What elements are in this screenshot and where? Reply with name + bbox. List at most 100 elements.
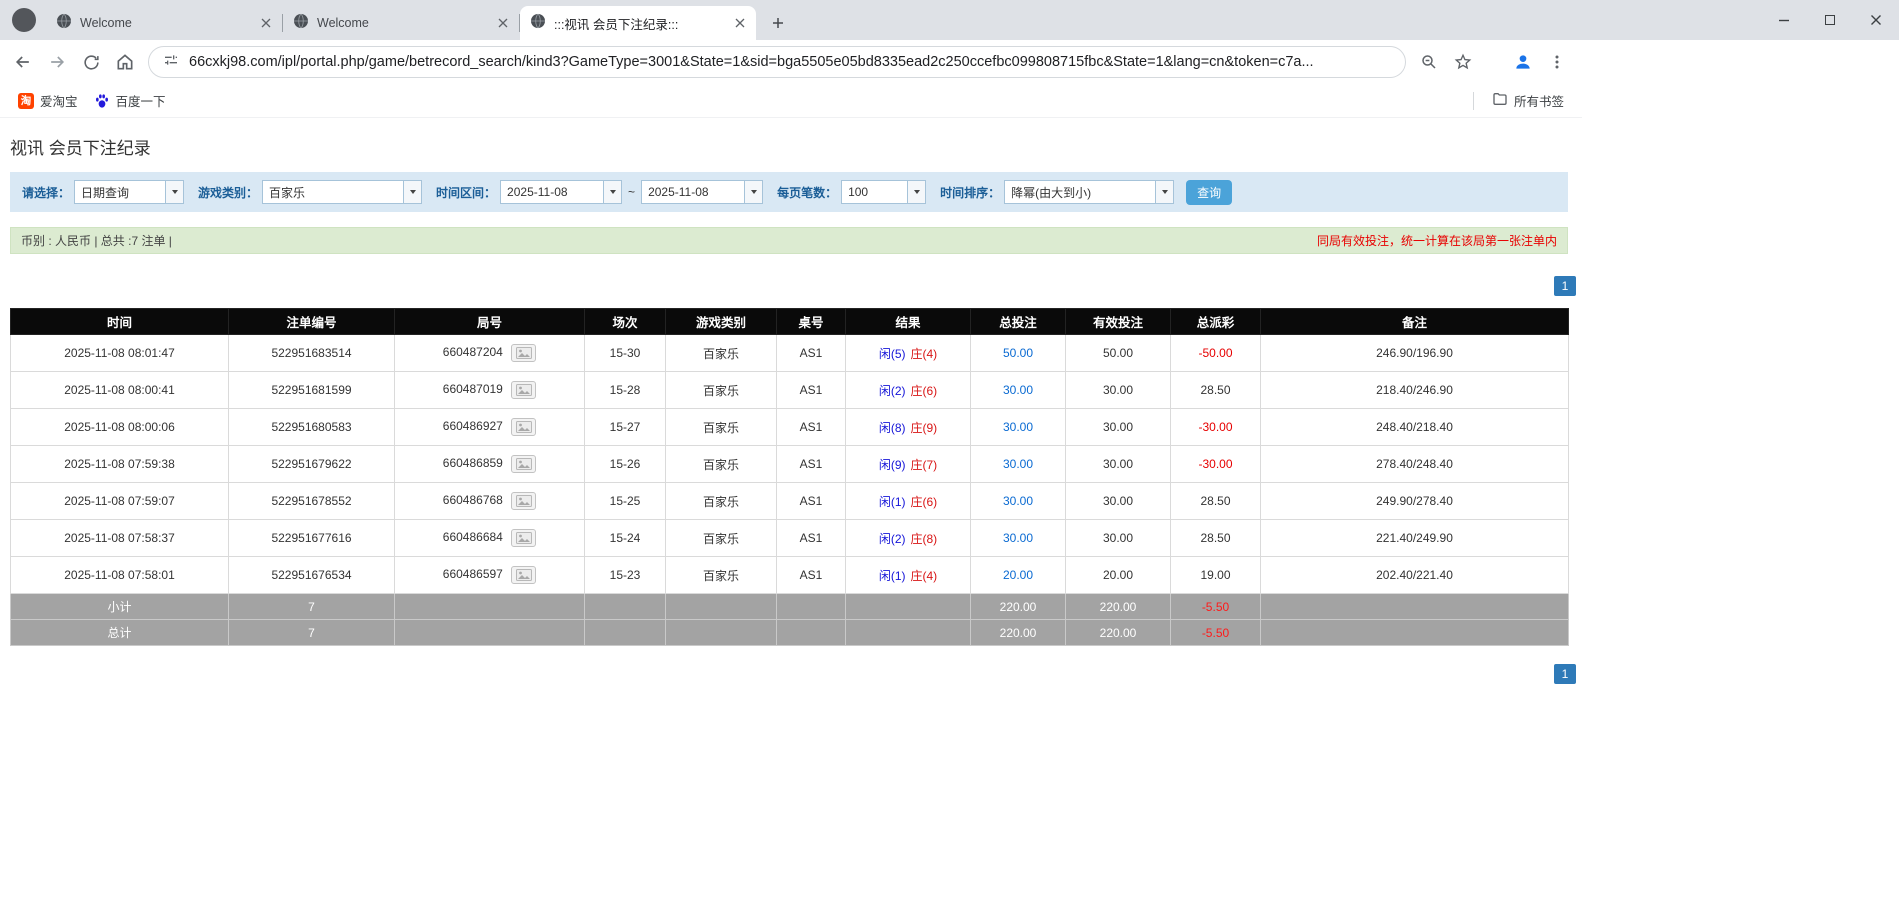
close-button[interactable] [1853,0,1899,40]
window-controls [1761,0,1899,40]
cell-round: 660486684 [395,520,585,557]
all-bookmarks-button[interactable]: 所有书签 [1484,88,1572,113]
pagination-top: 1 [10,276,1576,296]
query-type-label: 请选择： [22,184,70,201]
table-header-row: 时间注单编号局号场次游戏类别桌号结果总投注有效投注总派彩备注 [11,309,1569,335]
cell-valid-bet: 20.00 [1066,557,1171,594]
page-size-value: 100 [842,185,907,199]
tab-title: Welcome [80,16,250,30]
profile-avatar-icon[interactable] [12,8,36,32]
cell-table-no: AS1 [777,446,846,483]
tab-close-button[interactable] [732,15,748,31]
round-snapshot-button[interactable] [511,529,536,547]
column-header: 有效投注 [1066,309,1171,335]
cell-note: 218.40/246.90 [1261,372,1569,409]
total-bet-link[interactable]: 20.00 [1003,568,1033,582]
cell-round: 660487204 [395,335,585,372]
back-button[interactable] [6,45,40,79]
chevron-down-icon[interactable] [603,181,621,203]
tab-close-button[interactable] [495,15,511,31]
empty-cell [585,594,666,620]
currency-summary-text: 币别 : 人民币 | 总共 :7 注单 | [21,232,172,249]
tab-betrecord[interactable]: :::视讯 会员下注纪录::: [520,6,756,40]
tab-welcome-2[interactable]: Welcome [283,6,519,40]
cell-bet-id: 522951676534 [229,557,395,594]
bookmark-star-icon[interactable] [1446,45,1480,79]
range-separator: ~ [628,185,635,199]
cell-payout: 19.00 [1171,557,1261,594]
column-header: 总派彩 [1171,309,1261,335]
tab-strip: Welcome Welcome :::视讯 会员下注纪录::: [0,0,1899,40]
sort-select[interactable]: 降幂(由大到小) [1004,180,1174,204]
cell-bet-id: 522951679622 [229,446,395,483]
result-banker: 庄(6) [911,384,938,398]
chevron-down-icon[interactable] [744,181,762,203]
sort-value: 降幂(由大到小) [1005,184,1155,201]
result-player: 闲(5) [879,347,906,361]
chevron-down-icon[interactable] [1155,181,1173,203]
search-button[interactable]: 查询 [1186,180,1232,205]
cell-total-bet: 30.00 [971,520,1066,557]
url-bar[interactable]: 66cxkj98.com/ipl/portal.php/game/betreco… [148,46,1406,78]
result-player: 闲(8) [879,421,906,435]
chevron-down-icon[interactable] [403,181,421,203]
cell-bet-id: 522951683514 [229,335,395,372]
cell-time: 2025-11-08 07:58:37 [11,520,229,557]
maximize-button[interactable] [1807,0,1853,40]
game-type-select[interactable]: 百家乐 [262,180,422,204]
table-body: 2025-11-08 08:01:47 522951683514 6604872… [11,335,1569,594]
cell-session: 15-27 [585,409,666,446]
round-snapshot-button[interactable] [511,344,536,362]
round-snapshot-button[interactable] [511,418,536,436]
total-bet-link[interactable]: 30.00 [1003,494,1033,508]
cell-total-bet: 50.00 [971,335,1066,372]
site-settings-icon[interactable] [163,52,179,73]
total-bet-link[interactable]: 30.00 [1003,531,1033,545]
tab-close-button[interactable] [258,15,274,31]
refresh-button[interactable] [74,45,108,79]
minimize-button[interactable] [1761,0,1807,40]
zoom-indicator-icon[interactable] [1412,45,1446,79]
total-bet-link[interactable]: 50.00 [1003,346,1033,360]
cell-game-type: 百家乐 [666,557,777,594]
new-tab-button[interactable] [764,9,792,37]
empty-cell [666,594,777,620]
page-size-select[interactable]: 100 [841,180,926,204]
cell-result: 闲(2)庄(6) [846,372,971,409]
result-banker: 庄(9) [911,421,938,435]
profile-button[interactable] [1506,45,1540,79]
column-header: 时间 [11,309,229,335]
round-snapshot-button[interactable] [511,381,536,399]
round-snapshot-button[interactable] [511,492,536,510]
forward-button[interactable] [40,45,74,79]
home-button[interactable] [108,45,142,79]
chevron-down-icon[interactable] [907,181,925,203]
date-from-select[interactable]: 2025-11-08 [500,180,622,204]
date-to-select[interactable]: 2025-11-08 [641,180,763,204]
cell-bet-id: 522951678552 [229,483,395,520]
bookmark-item-baidu[interactable]: 百度一下 [86,88,174,113]
page-button-1[interactable]: 1 [1554,664,1576,684]
browser-menu-icon[interactable] [1540,45,1574,79]
empty-cell [585,620,666,646]
summary-info-bar: 币别 : 人民币 | 总共 :7 注单 | 同局有效投注，统一计算在该局第一张注… [10,227,1568,254]
bookmark-item-aitaobao[interactable]: 淘 爱淘宝 [10,88,86,113]
empty-cell [846,620,971,646]
column-header: 场次 [585,309,666,335]
cell-total-bet: 30.00 [971,372,1066,409]
cell-valid-bet: 30.00 [1066,520,1171,557]
chevron-down-icon[interactable] [165,181,183,203]
empty-cell [1261,620,1569,646]
tab-welcome-1[interactable]: Welcome [46,6,282,40]
total-bet-link[interactable]: 30.00 [1003,383,1033,397]
total-bet-link[interactable]: 30.00 [1003,457,1033,471]
cell-note: 246.90/196.90 [1261,335,1569,372]
grand-total-row: 总计 7 220.00 220.00 -5.50 [11,620,1569,646]
round-id: 660486927 [443,419,503,433]
round-snapshot-button[interactable] [511,455,536,473]
page-button-1[interactable]: 1 [1554,276,1576,296]
round-snapshot-button[interactable] [511,566,536,584]
empty-cell [1261,594,1569,620]
total-bet-link[interactable]: 30.00 [1003,420,1033,434]
query-type-select[interactable]: 日期查询 [74,180,184,204]
